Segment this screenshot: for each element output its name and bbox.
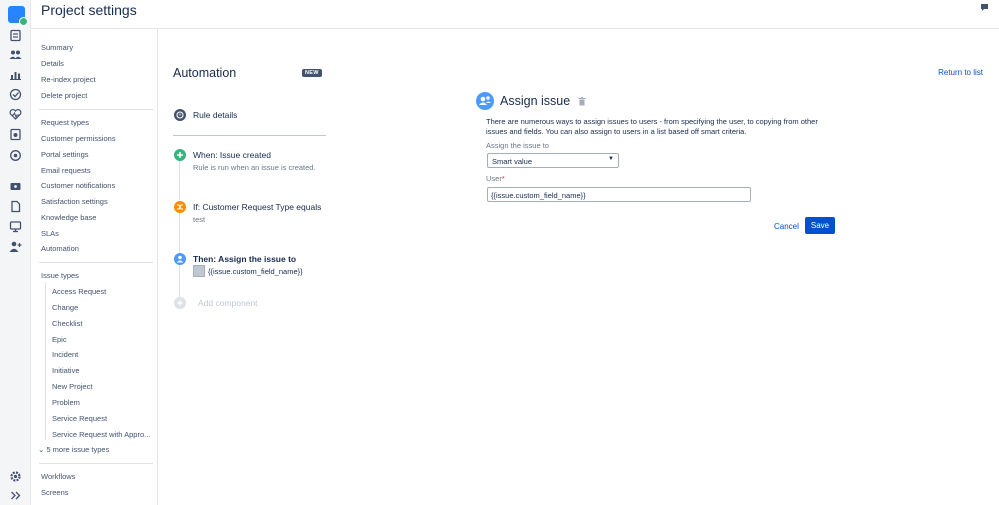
sidebar-item-details[interactable]: Details bbox=[41, 59, 64, 68]
assign-to-select[interactable]: Smart value ▼ bbox=[487, 153, 619, 168]
page-icon[interactable] bbox=[9, 200, 22, 213]
condition-shuffle-icon[interactable] bbox=[174, 201, 186, 213]
step-connector bbox=[179, 213, 180, 253]
project-settings-sidebar: Summary Details Re-index project Delete … bbox=[31, 29, 158, 505]
step-connector bbox=[179, 161, 180, 200]
new-badge: NEW bbox=[302, 69, 322, 77]
rule-details-icon[interactable] bbox=[174, 109, 186, 121]
rule-divider bbox=[173, 135, 326, 136]
user-label-text: User bbox=[486, 174, 502, 183]
when-step-title[interactable]: When: Issue created bbox=[193, 150, 271, 160]
then-step-subtitle: {{issue.custom_field_name}} bbox=[208, 267, 303, 276]
add-user-icon[interactable] bbox=[9, 240, 22, 253]
sidebar-item-customer-notifications[interactable]: Customer notifications bbox=[41, 181, 115, 190]
settings-icon[interactable] bbox=[9, 470, 22, 483]
trash-icon[interactable] bbox=[578, 97, 586, 106]
then-step-title[interactable]: Then: Assign the issue to bbox=[193, 254, 296, 264]
sidebar-item-email-requests[interactable]: Email requests bbox=[41, 166, 91, 175]
header-divider bbox=[31, 28, 999, 29]
gear-outline-icon[interactable] bbox=[9, 149, 22, 162]
raise-request-icon[interactable] bbox=[9, 128, 22, 141]
sidebar-item-issue-type[interactable]: Service Request with Appro... bbox=[52, 430, 150, 439]
monitor-icon[interactable] bbox=[9, 220, 22, 233]
when-step-subtitle: Rule is run when an issue is created. bbox=[193, 163, 316, 172]
queues-icon[interactable] bbox=[9, 29, 22, 42]
caret-down-icon: ▼ bbox=[608, 156, 614, 162]
sidebar-separator bbox=[39, 262, 153, 263]
user-smart-value-input[interactable]: {{issue.custom_field_name}} bbox=[487, 187, 751, 202]
ticket-icon[interactable] bbox=[9, 180, 22, 193]
sidebar-separator bbox=[39, 463, 153, 464]
project-logo-icon[interactable] bbox=[8, 6, 28, 26]
more-issue-types-label: 5 more issue types bbox=[46, 445, 110, 454]
user-label: User* bbox=[486, 174, 505, 183]
sidebar-item-issue-type[interactable]: Incident bbox=[52, 350, 78, 359]
feedback-icon[interactable] bbox=[980, 3, 989, 12]
step-connector bbox=[179, 265, 180, 297]
if-step-subtitle: test bbox=[193, 215, 206, 224]
rule-details-label[interactable]: Rule details bbox=[193, 110, 237, 120]
panel-description: There are numerous ways to assign issues… bbox=[486, 117, 818, 136]
sidebar-item-issue-type[interactable]: Checklist bbox=[52, 319, 82, 328]
avatar bbox=[193, 265, 205, 277]
sidebar-item-delete[interactable]: Delete project bbox=[41, 91, 87, 100]
sidebar-item-portal-settings[interactable]: Portal settings bbox=[41, 150, 89, 159]
add-component-plus-icon[interactable] bbox=[174, 297, 186, 309]
sidebar-item-satisfaction-settings[interactable]: Satisfaction settings bbox=[41, 197, 108, 206]
panel-title: Assign issue bbox=[500, 94, 571, 108]
global-nav-rail bbox=[0, 0, 31, 505]
logo-badge-icon bbox=[19, 17, 28, 26]
sidebar-item-issue-type[interactable]: Change bbox=[52, 303, 78, 312]
sidebar-item-reindex[interactable]: Re-index project bbox=[41, 75, 96, 84]
sidebar-item-issue-type[interactable]: Problem bbox=[52, 398, 80, 407]
sidebar-item-issue-type[interactable]: New Project bbox=[52, 382, 92, 391]
add-component-label[interactable]: Add component bbox=[198, 298, 258, 308]
clock-icon[interactable] bbox=[9, 88, 22, 101]
sidebar-item-issue-types[interactable]: Issue types bbox=[41, 271, 79, 280]
sidebar-item-workflows[interactable]: Workflows bbox=[41, 472, 75, 481]
sidebar-item-issue-type[interactable]: Service Request bbox=[52, 414, 107, 423]
chevron-down-icon: ⌄ bbox=[38, 445, 45, 454]
action-assign-icon[interactable] bbox=[174, 253, 186, 265]
more-issue-types-toggle[interactable]: ⌄ 5 more issue types bbox=[38, 445, 109, 454]
cancel-button[interactable]: Cancel bbox=[774, 222, 799, 231]
customers-icon[interactable] bbox=[9, 48, 22, 61]
sidebar-item-slas[interactable]: SLAs bbox=[41, 229, 59, 238]
sidebar-separator bbox=[39, 109, 153, 110]
trigger-plus-icon[interactable] bbox=[174, 149, 186, 161]
sidebar-item-summary[interactable]: Summary bbox=[41, 43, 73, 52]
sidebar-item-issue-type[interactable]: Epic bbox=[52, 335, 67, 344]
assign-to-label: Assign the issue to bbox=[486, 141, 549, 150]
save-button[interactable]: Save bbox=[805, 217, 835, 234]
required-marker: * bbox=[501, 174, 505, 183]
page-title: Project settings bbox=[41, 2, 137, 18]
return-to-list-link[interactable]: Return to list bbox=[938, 68, 983, 77]
sidebar-item-issue-type[interactable]: Access Request bbox=[52, 287, 106, 296]
automation-title: Automation bbox=[173, 66, 237, 80]
assign-user-icon bbox=[476, 92, 494, 110]
sidebar-item-knowledge-base[interactable]: Knowledge base bbox=[41, 213, 96, 222]
if-step-title[interactable]: If: Customer Request Type equals bbox=[193, 202, 321, 212]
issue-types-tree-line bbox=[45, 282, 46, 440]
sidebar-item-automation[interactable]: Automation bbox=[41, 244, 79, 253]
expand-icon[interactable] bbox=[9, 489, 22, 502]
sidebar-item-screens[interactable]: Screens bbox=[41, 488, 69, 497]
sidebar-item-customer-permissions[interactable]: Customer permissions bbox=[41, 134, 116, 143]
heartbeat-icon[interactable] bbox=[9, 108, 22, 121]
sidebar-item-issue-type[interactable]: Initiative bbox=[52, 366, 80, 375]
assign-to-value: Smart value bbox=[492, 157, 533, 166]
sidebar-item-request-types[interactable]: Request types bbox=[41, 118, 89, 127]
reports-icon[interactable] bbox=[9, 68, 22, 81]
